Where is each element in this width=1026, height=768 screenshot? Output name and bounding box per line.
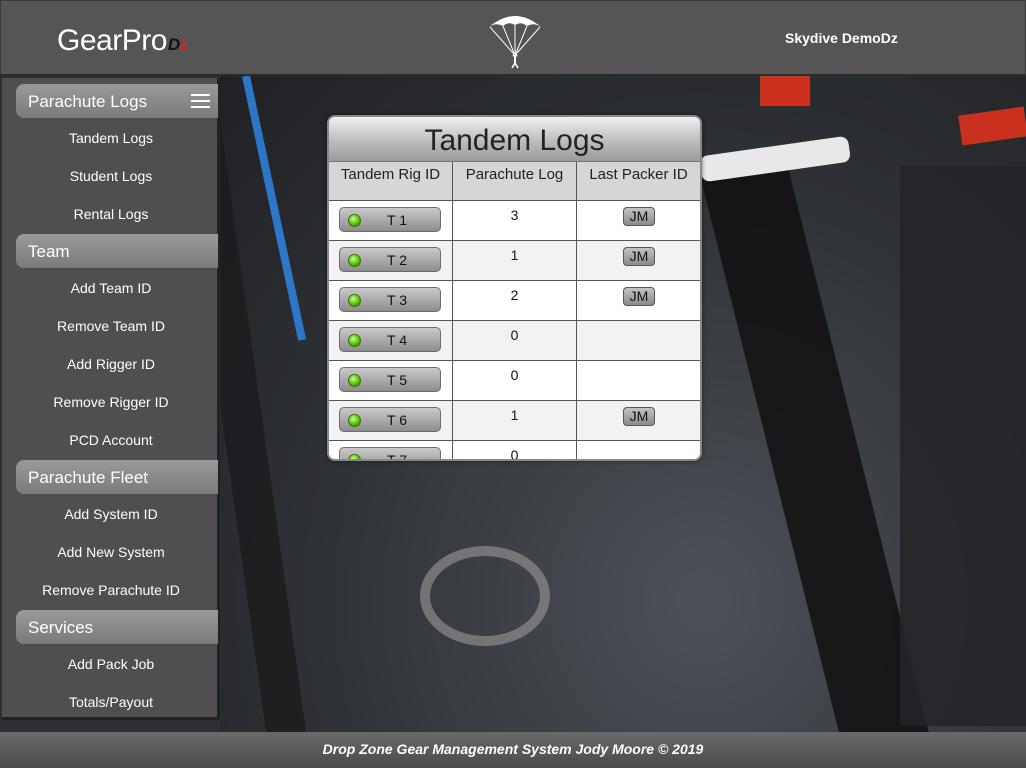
rig-cell: T 5: [329, 361, 453, 400]
section-parachute-logs[interactable]: Parachute Logs: [16, 84, 218, 118]
nav-student-logs[interactable]: Student Logs: [2, 168, 220, 184]
rig-button[interactable]: T 5: [339, 367, 441, 392]
nav-add-pack-job[interactable]: Add Pack Job: [2, 656, 220, 672]
brand-logo[interactable]: GearProDz: [57, 24, 188, 58]
brand-name: GearPro: [57, 24, 167, 57]
parachute-log-count: 3: [453, 201, 577, 240]
table-row: T 6 1 JM: [329, 401, 700, 441]
brand-suffix: Dz: [167, 35, 188, 54]
section-title: Parachute Logs: [28, 92, 148, 111]
parachute-icon: [489, 16, 541, 69]
section-services[interactable]: Services: [16, 610, 218, 644]
dropzone-name: Skydive DemoDz: [785, 30, 898, 46]
nav-rental-logs[interactable]: Rental Logs: [2, 206, 220, 222]
rig-label: T 2: [387, 252, 407, 268]
table-row: T 7 0: [329, 441, 700, 459]
parachute-log-count: 0: [453, 361, 577, 400]
table-row: T 5 0: [329, 361, 700, 401]
rig-cell: T 1: [329, 201, 453, 240]
nav-pcd-account[interactable]: PCD Account: [2, 432, 220, 448]
rig-button[interactable]: T 2: [339, 247, 441, 272]
packer-id-button[interactable]: JM: [623, 407, 655, 426]
rig-label: T 4: [387, 332, 407, 348]
rig-label: T 1: [387, 212, 407, 228]
nav-remove-parachute-id[interactable]: Remove Parachute ID: [2, 582, 220, 598]
packer-id-button[interactable]: JM: [623, 247, 655, 266]
sidebar: Parachute Logs Tandem Logs Student Logs …: [2, 78, 220, 720]
table-row: T 3 2 JM: [329, 281, 700, 321]
rig-cell: T 7: [329, 441, 453, 459]
packer-cell: JM: [577, 241, 700, 280]
hamburger-menu-icon[interactable]: [191, 94, 210, 109]
packer-cell: JM: [577, 201, 700, 240]
packer-cell: [577, 441, 700, 459]
nav-tandem-logs[interactable]: Tandem Logs: [2, 130, 220, 146]
nav-totals-payout[interactable]: Totals/Payout: [2, 694, 220, 710]
column-header-parachute-log: Parachute Log: [453, 162, 577, 200]
rig-cell: T 6: [329, 401, 453, 440]
table-row: T 4 0: [329, 321, 700, 361]
section-team[interactable]: Team: [16, 234, 218, 268]
parachute-log-count: 1: [453, 401, 577, 440]
rig-cell: T 3: [329, 281, 453, 320]
rig-label: T 5: [387, 372, 407, 388]
panel-title: Tandem Logs: [329, 117, 700, 162]
column-header-last-packer: Last Packer ID: [589, 166, 688, 183]
rig-cell: T 2: [329, 241, 453, 280]
app-header: GearProDz Skydive DemoDz: [0, 0, 1026, 76]
nav-add-new-system[interactable]: Add New System: [2, 544, 220, 560]
section-title: Parachute Fleet: [28, 468, 149, 487]
tandem-logs-panel: Tandem Logs Tandem Rig ID Parachute Log …: [327, 115, 702, 461]
app-footer: Drop Zone Gear Management System Jody Mo…: [0, 732, 1026, 768]
nav-add-rigger-id[interactable]: Add Rigger ID: [2, 356, 220, 372]
parachute-log-count: 0: [453, 321, 577, 360]
rig-button[interactable]: T 7: [339, 447, 441, 459]
packer-cell: [577, 321, 700, 360]
rig-label: T 7: [340, 452, 440, 459]
nav-add-team-id[interactable]: Add Team ID: [2, 280, 220, 296]
column-header-rig-id: Tandem Rig ID: [329, 162, 453, 200]
rig-button[interactable]: T 3: [339, 287, 441, 312]
rig-label: T 3: [387, 292, 407, 308]
parachute-log-count: 1: [453, 241, 577, 280]
rig-label: T 6: [387, 412, 407, 428]
packer-id-button[interactable]: JM: [623, 207, 655, 226]
table-row: T 1 3 JM: [329, 201, 700, 241]
section-title: Services: [28, 618, 94, 637]
packer-cell: JM: [577, 401, 700, 440]
packer-cell: [577, 361, 700, 400]
rig-button[interactable]: T 1: [339, 207, 441, 232]
parachute-log-count: 2: [453, 281, 577, 320]
rig-button[interactable]: T 4: [339, 327, 441, 352]
nav-add-system-id[interactable]: Add System ID: [2, 506, 220, 522]
rig-button[interactable]: T 6: [339, 407, 441, 432]
packer-cell: JM: [577, 281, 700, 320]
nav-remove-rigger-id[interactable]: Remove Rigger ID: [2, 394, 220, 410]
section-parachute-fleet[interactable]: Parachute Fleet: [16, 460, 218, 494]
rig-cell: T 4: [329, 321, 453, 360]
nav-remove-team-id[interactable]: Remove Team ID: [2, 318, 220, 334]
table-row: T 2 1 JM: [329, 241, 700, 281]
section-title: Team: [28, 242, 70, 261]
parachute-log-count: 0: [453, 441, 577, 459]
table-body[interactable]: T 1 3 JM T 2 1 JM T 3 2 JM T 4 0 T 5 0 T 6 1 JM T 7 0: [329, 201, 700, 459]
packer-id-button[interactable]: JM: [623, 287, 655, 306]
table-header: Tandem Rig ID Parachute Log Last Packer …: [329, 162, 700, 201]
